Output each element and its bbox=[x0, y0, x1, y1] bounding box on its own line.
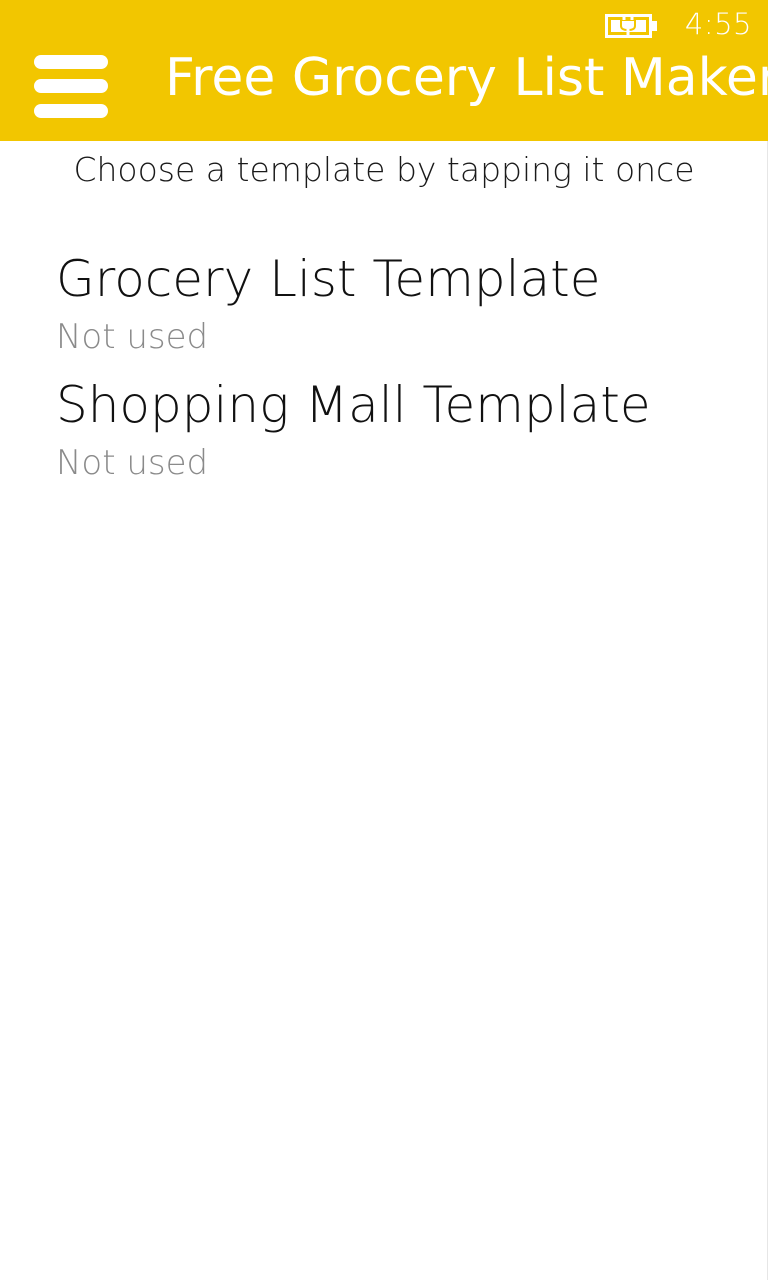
menu-bar-bottom bbox=[34, 104, 108, 118]
template-status: Not used bbox=[56, 443, 209, 483]
template-name: Grocery List Template bbox=[56, 250, 601, 308]
template-status: Not used bbox=[56, 317, 209, 357]
template-item-grocery-list[interactable]: Grocery List Template Not used bbox=[56, 246, 746, 360]
battery-charging-icon bbox=[605, 14, 657, 38]
instruction-text: Choose a template by tapping it once bbox=[73, 150, 695, 189]
menu-bar-middle bbox=[34, 79, 108, 93]
template-name: Shopping Mall Template bbox=[56, 376, 651, 434]
app-title: Free Grocery List Maker bbox=[165, 48, 768, 108]
hamburger-menu-icon[interactable] bbox=[34, 55, 110, 121]
template-item-shopping-mall[interactable]: Shopping Mall Template Not used bbox=[56, 372, 746, 486]
template-list: Grocery List Template Not used Shopping … bbox=[56, 246, 746, 498]
status-time: 4:55 bbox=[684, 7, 752, 41]
app-screen: 4:55 Free Grocery List Maker Choose a te… bbox=[0, 0, 768, 1280]
menu-bar-top bbox=[34, 55, 108, 69]
status-bar: 4:55 bbox=[568, 0, 768, 48]
app-header: 4:55 Free Grocery List Maker bbox=[0, 0, 768, 141]
